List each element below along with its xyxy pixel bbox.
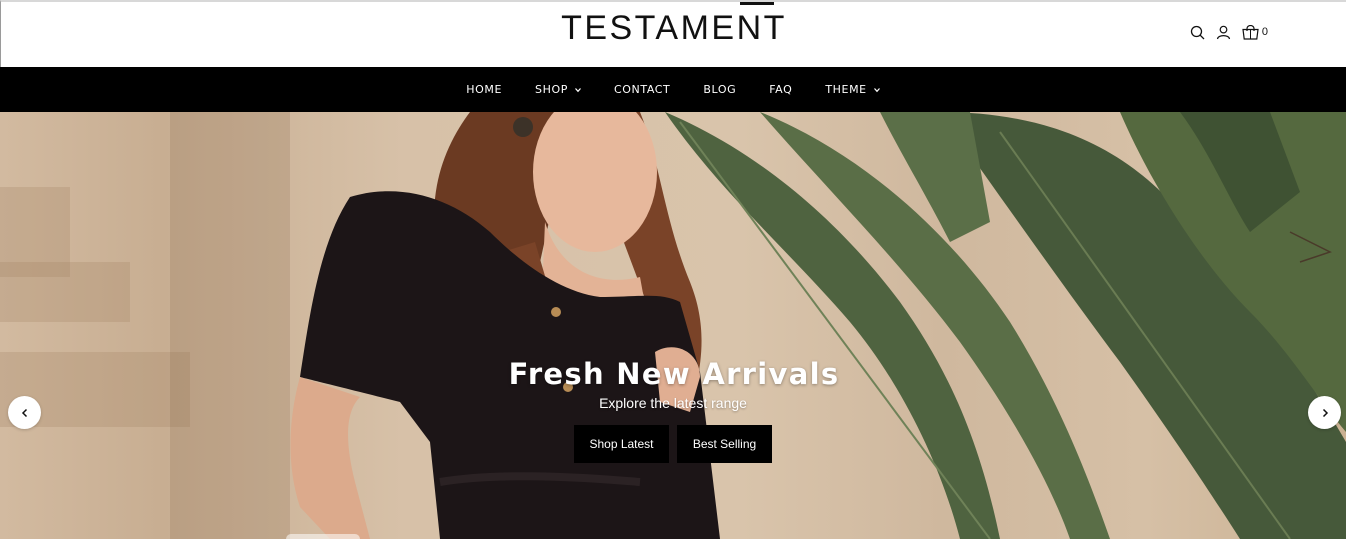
nav-list: HOME SHOP CONTACT BLOG FAQ THEME [450, 83, 896, 96]
cart-count: 0 [1261, 26, 1268, 38]
account-icon[interactable] [1216, 23, 1232, 41]
slide-next-button[interactable] [1308, 396, 1341, 429]
hero-slideshow: Fresh New Arrivals Explore the latest ra… [0, 112, 1346, 539]
shop-latest-button[interactable]: Shop Latest [574, 425, 669, 463]
nav-item-label: FAQ [769, 83, 793, 96]
chevron-down-icon [873, 87, 880, 93]
hero-subtitle: Explore the latest range [599, 395, 747, 411]
chevron-right-icon [1322, 408, 1328, 417]
logo-container: TESTAMENT [1, 2, 1346, 69]
nav-item-contact[interactable]: CONTACT [597, 83, 686, 96]
slide-prev-button[interactable] [8, 396, 41, 429]
nav-item-home[interactable]: HOME [450, 83, 519, 96]
page: TESTAMENT 0 HOME SHOP CONTACT BLOG FAQ T… [0, 0, 1346, 539]
nav-item-shop[interactable]: SHOP [519, 83, 598, 96]
nav-item-blog[interactable]: BLOG [687, 83, 753, 96]
main-nav: HOME SHOP CONTACT BLOG FAQ THEME [0, 67, 1346, 112]
best-selling-button[interactable]: Best Selling [677, 425, 772, 463]
hero-title: Fresh New Arrivals [508, 357, 840, 391]
chevron-left-icon [21, 408, 27, 417]
nav-item-label: SHOP [535, 83, 568, 96]
search-icon[interactable] [1190, 23, 1206, 41]
cart-icon [1242, 24, 1259, 40]
hero-buttons: Shop Latest Best Selling [574, 425, 772, 463]
slide-indicator[interactable] [286, 534, 360, 539]
cart-button[interactable]: 0 [1242, 24, 1268, 40]
site-logo[interactable]: TESTAMENT [561, 10, 787, 69]
chevron-down-icon [575, 87, 581, 93]
nav-item-label: THEME [825, 83, 867, 96]
nav-item-faq[interactable]: FAQ [753, 83, 809, 96]
header-icons: 0 [1190, 23, 1268, 41]
nav-item-label: BLOG [703, 83, 737, 96]
nav-item-label: HOME [466, 83, 503, 96]
hero-content: Fresh New Arrivals Explore the latest ra… [0, 112, 1346, 539]
site-header: TESTAMENT 0 [0, 0, 1346, 67]
logo-accent-bar [740, 2, 774, 5]
nav-item-theme[interactable]: THEME [809, 83, 896, 96]
nav-item-label: CONTACT [613, 83, 671, 96]
